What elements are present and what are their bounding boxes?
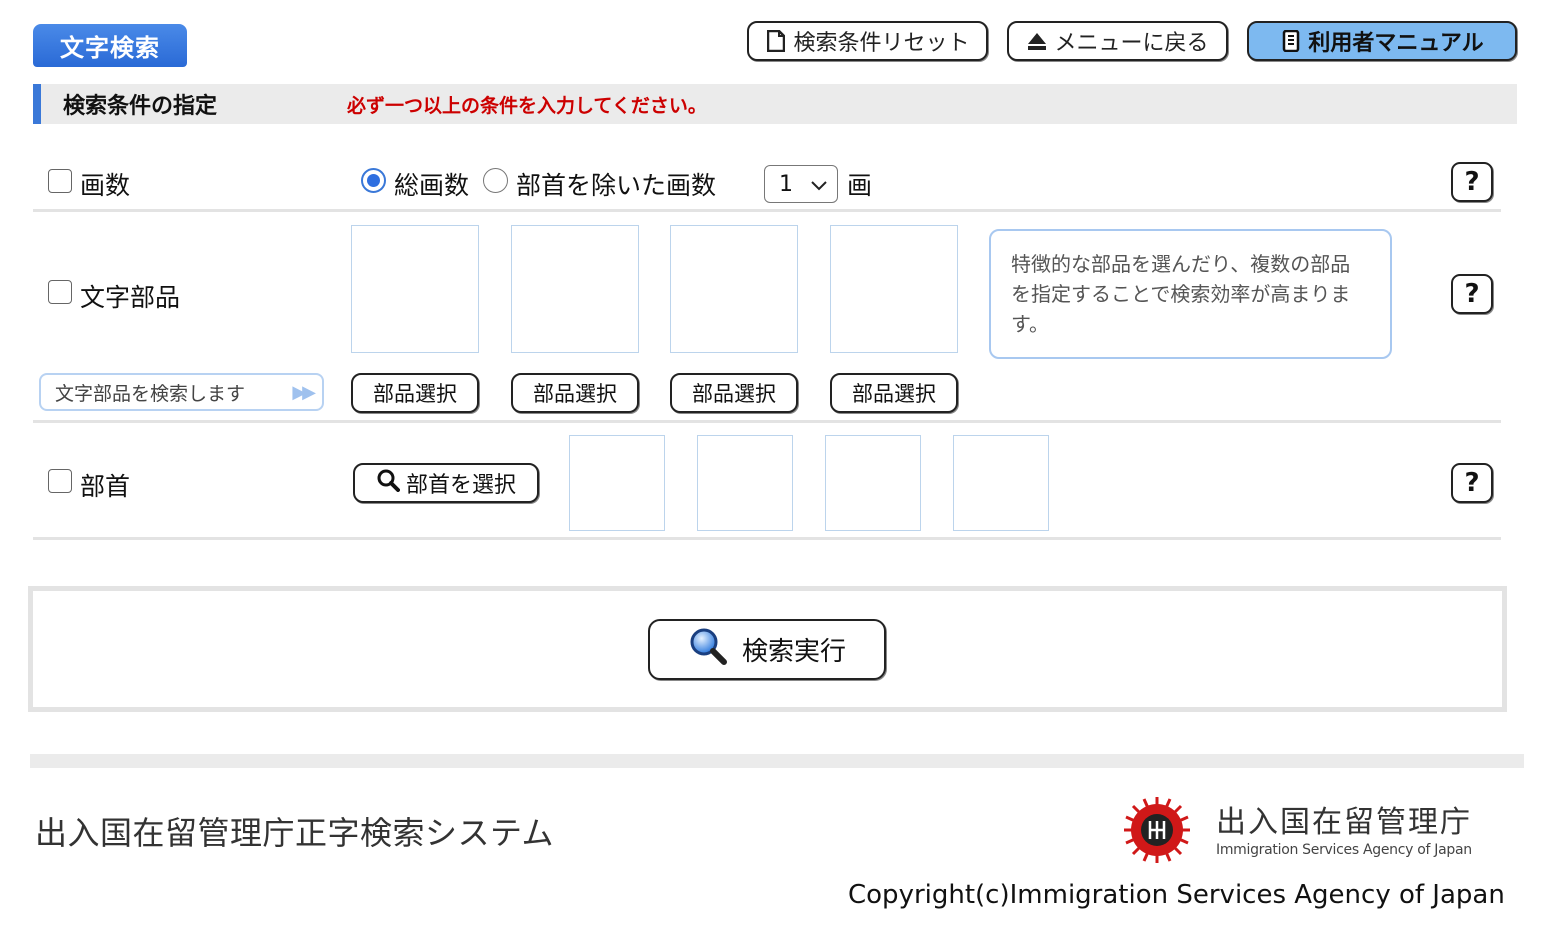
parts-help-button[interactable]: ? [1451,274,1493,314]
stroke-help-button[interactable]: ? [1451,162,1493,202]
stroke-count-select[interactable]: 1 [764,165,838,203]
row-divider [33,209,1501,212]
part-slot-1 [351,225,479,353]
agency-name: 出入国在留管理庁 [1216,805,1472,840]
total-strokes-radio[interactable] [361,168,386,193]
execute-search-button[interactable]: 検索実行 [648,619,886,680]
system-name: 出入国在留管理庁正字検索システム [35,814,555,852]
part-select-button-4[interactable]: 部品選択 [830,373,958,413]
help-icon: ? [1464,279,1480,309]
part-select-button-3[interactable]: 部品選択 [670,373,798,413]
document-icon [765,29,787,53]
user-manual-button[interactable]: 利用者マニュアル [1247,21,1517,61]
footer-divider [30,754,1524,768]
reset-conditions-label: 検索条件リセット [793,31,970,56]
search-parts-label: 文字部品を検索します [55,382,246,405]
section-header: 検索条件の指定 必ず一つ以上の条件を入力してください。 [33,84,1517,124]
section-title: 検索条件の指定 [63,94,218,119]
book-icon [1280,29,1302,53]
row-divider [33,537,1501,540]
radical-slot-3 [825,435,921,531]
back-to-menu-label: メニューに戻る [1054,31,1209,56]
radical-slot-4 [953,435,1049,531]
magnifier-icon [688,626,728,673]
part-slot-2 [511,225,639,353]
stroke-count-label: 画数 [80,171,131,200]
character-parts-label: 文字部品 [80,283,181,312]
radical-help-button[interactable]: ? [1451,463,1493,503]
copyright: Copyright(c)Immigration Services Agency … [848,880,1505,910]
total-strokes-label: 総画数 [394,171,470,200]
character-parts-checkbox[interactable] [48,280,72,304]
parts-hint-box: 特徴的な部品を選んだり、複数の部品を指定することで検索効率が高まります。 [989,229,1392,359]
strokes-excluding-radical-radio[interactable] [483,168,508,193]
required-warning: 必ず一つ以上の条件を入力してください。 [347,94,707,117]
part-select-label: 部品選択 [692,382,776,406]
back-to-menu-button[interactable]: メニューに戻る [1007,21,1228,61]
execute-search-label: 検索実行 [741,637,846,667]
help-icon: ? [1464,167,1480,197]
row-divider [33,420,1501,423]
help-icon: ? [1464,468,1480,498]
tab-character-search[interactable]: 文字検索 [33,24,187,67]
radical-slot-2 [697,435,793,531]
eject-up-icon [1026,29,1048,53]
part-select-button-1[interactable]: 部品選択 [351,373,479,413]
stroke-count-checkbox[interactable] [48,169,72,193]
radical-slot-1 [569,435,665,531]
agency-emblem-icon [1122,795,1192,865]
chevron-down-icon [811,172,827,197]
reset-conditions-button[interactable]: 検索条件リセット [747,21,988,61]
radical-checkbox[interactable] [48,469,72,493]
agency-name-en: Immigration Services Agency of Japan [1216,842,1472,858]
select-radical-label: 部首を選択 [405,473,516,498]
part-select-label: 部品選択 [852,382,936,406]
search-icon [376,468,400,498]
radical-label: 部首 [80,472,131,501]
stroke-count-value: 1 [779,171,793,197]
double-arrow-right-icon: ▶▶ [292,381,316,403]
stroke-unit-label: 画 [847,171,873,200]
part-slot-4 [830,225,958,353]
strokes-excluding-radical-label: 部首を除いた画数 [516,171,717,200]
part-slot-3 [670,225,798,353]
search-parts-link[interactable]: 文字部品を検索します ▶▶ [39,373,324,411]
part-select-button-2[interactable]: 部品選択 [511,373,639,413]
part-select-label: 部品選択 [533,382,617,406]
user-manual-label: 利用者マニュアル [1308,31,1484,56]
select-radical-button[interactable]: 部首を選択 [353,463,539,503]
part-select-label: 部品選択 [373,382,457,406]
